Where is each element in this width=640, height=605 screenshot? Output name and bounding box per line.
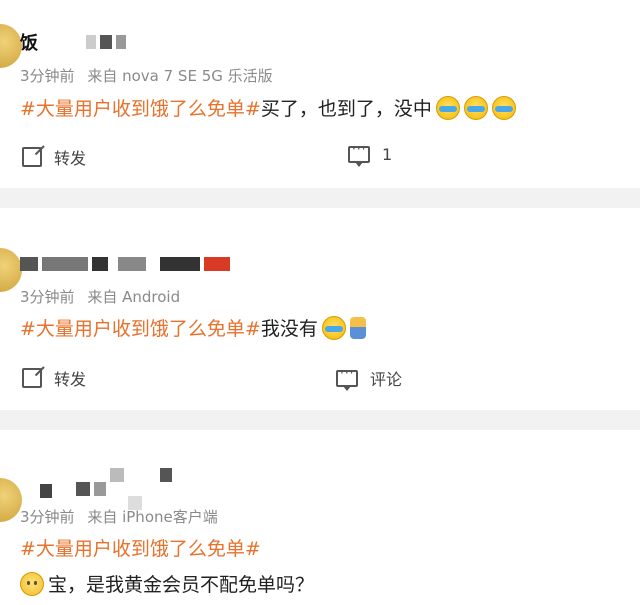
comment-button[interactable]: 评论 — [336, 366, 403, 391]
redacted-name-block — [42, 257, 88, 271]
redacted-name-block — [160, 468, 172, 482]
post-actions: 转发 1 — [0, 142, 640, 175]
redacted-name-block — [204, 257, 230, 271]
post-time: 3分钟前 — [20, 67, 75, 85]
share-icon — [22, 147, 42, 167]
user-name-row[interactable] — [20, 468, 172, 510]
redacted-name-block — [40, 484, 52, 498]
post-meta: 3分钟前 来自 nova 7 SE 5G 乐活版 — [20, 65, 273, 86]
comment-label: 评论 — [370, 370, 403, 389]
post-source: 来自 iPhone客户端 — [87, 508, 218, 526]
user-name-row[interactable] — [20, 252, 230, 276]
post-text: 我没有 — [260, 318, 318, 340]
hashtag-link[interactable]: #大量用户收到饿了么免单# — [20, 314, 261, 341]
redacted-name-block — [100, 35, 112, 49]
comment-button[interactable]: 1 — [348, 142, 393, 167]
repost-label: 转发 — [54, 149, 87, 168]
share-icon — [22, 368, 42, 388]
repost-label: 转发 — [54, 370, 87, 389]
post-card: 3分钟前 来自 Android #大量用户收到饿了么免单# 我没有 转发 评论 — [0, 208, 640, 410]
kid-emoji — [349, 316, 366, 339]
post-text: 宝，是我黄金会员不配免单吗？ — [48, 574, 315, 596]
redacted-name-block — [110, 468, 124, 482]
hashtag-link[interactable]: #大量用户收到饿了么免单# — [20, 534, 261, 561]
redacted-name-block — [76, 482, 90, 496]
avatar[interactable] — [0, 24, 22, 68]
post-content: #大量用户收到饿了么免单# 买了，也到了，没中 — [20, 94, 516, 121]
post-text: 买了，也到了，没中 — [260, 98, 432, 120]
cry-laugh-emoji — [491, 95, 516, 120]
post-content: 宝，是我黄金会员不配免单吗？ — [20, 570, 314, 597]
redacted-name-block — [92, 257, 108, 271]
post-source: 来自 nova 7 SE 5G 乐活版 — [87, 67, 273, 85]
post-separator — [0, 410, 640, 430]
pleading-emoji — [20, 571, 44, 596]
repost-button[interactable]: 转发 — [22, 366, 86, 390]
post-source: 来自 Android — [87, 288, 181, 306]
post-card: 3分钟前 来自 iPhone客户端 #大量用户收到饿了么免单# 宝，是我黄金会员… — [0, 430, 640, 605]
post-time: 3分钟前 — [20, 508, 75, 526]
post-card: 饭 3分钟前 来自 nova 7 SE 5G 乐活版 #大量用户收到饿了么免单#… — [0, 0, 640, 188]
avatar[interactable] — [0, 248, 22, 292]
comment-count: 1 — [382, 145, 393, 164]
avatar[interactable] — [0, 478, 22, 522]
user-name[interactable]: 饭 — [20, 29, 38, 55]
redacted-name-block — [86, 35, 96, 49]
cry-laugh-emoji — [463, 95, 488, 120]
hashtag-link[interactable]: #大量用户收到饿了么免单# — [20, 94, 261, 121]
redacted-name-block — [118, 257, 146, 271]
repost-button[interactable]: 转发 — [22, 145, 86, 169]
cry-laugh-emoji — [435, 95, 460, 120]
comment-icon — [336, 366, 358, 391]
redacted-name-block — [20, 257, 38, 271]
crying-emoji — [321, 315, 346, 340]
post-meta: 3分钟前 来自 Android — [20, 286, 180, 307]
post-actions: 转发 评论 — [0, 366, 640, 396]
comment-icon — [348, 142, 370, 167]
post-time: 3分钟前 — [20, 288, 75, 306]
user-name-row[interactable]: 饭 — [20, 30, 126, 54]
post-meta: 3分钟前 来自 iPhone客户端 — [20, 506, 218, 527]
post-separator — [0, 188, 640, 208]
post-content: #大量用户收到饿了么免单# 我没有 — [20, 314, 366, 341]
redacted-name-block — [116, 35, 126, 49]
post-hashtag-line: #大量用户收到饿了么免单# — [20, 534, 261, 561]
redacted-name-block — [160, 257, 200, 271]
redacted-name-block — [94, 482, 106, 496]
